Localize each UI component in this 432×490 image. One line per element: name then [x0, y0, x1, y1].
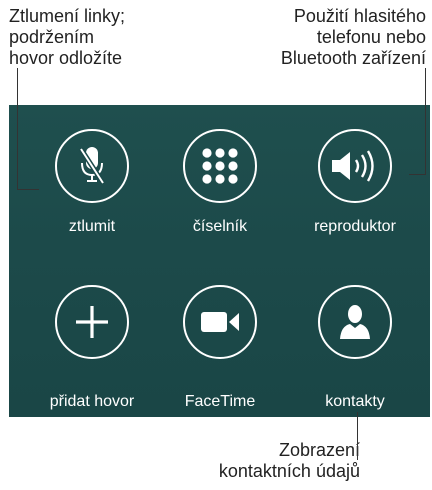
callout-speaker-description: Použití hlasitého telefonu nebo Bluetoot…	[280, 6, 426, 68]
callout-contacts-leader	[357, 412, 358, 460]
callout-mute-leader-tick	[17, 189, 39, 190]
contacts-button-ring[interactable]	[318, 285, 392, 359]
in-call-controls-panel: ztlumit číselník reproduktor přidat hovo…	[9, 105, 430, 417]
speaker-icon	[332, 150, 374, 182]
callout-contacts-description: Zobrazení kontaktních údajů	[218, 440, 360, 481]
keypad-button-ring[interactable]	[183, 129, 257, 203]
callout-speaker-leader-tick	[409, 174, 426, 175]
callout-mute-description: Ztlumení linky; podržením hovor odložíte	[9, 6, 126, 68]
callout-speaker-leader	[425, 68, 426, 175]
person-icon	[340, 305, 370, 339]
speaker-button-ring[interactable]	[318, 129, 392, 203]
callout-mute-leader	[17, 68, 18, 190]
microphone-muted-icon	[78, 147, 106, 185]
video-camera-icon	[201, 312, 239, 332]
keypad-icon	[202, 148, 238, 184]
speaker-button-label: reproduktor	[314, 218, 396, 235]
facetime-button-ring[interactable]	[183, 285, 257, 359]
mute-button-ring[interactable]	[55, 129, 129, 203]
contacts-button-label: kontakty	[325, 393, 385, 410]
plus-icon	[76, 306, 108, 338]
add-call-button-ring[interactable]	[55, 285, 129, 359]
